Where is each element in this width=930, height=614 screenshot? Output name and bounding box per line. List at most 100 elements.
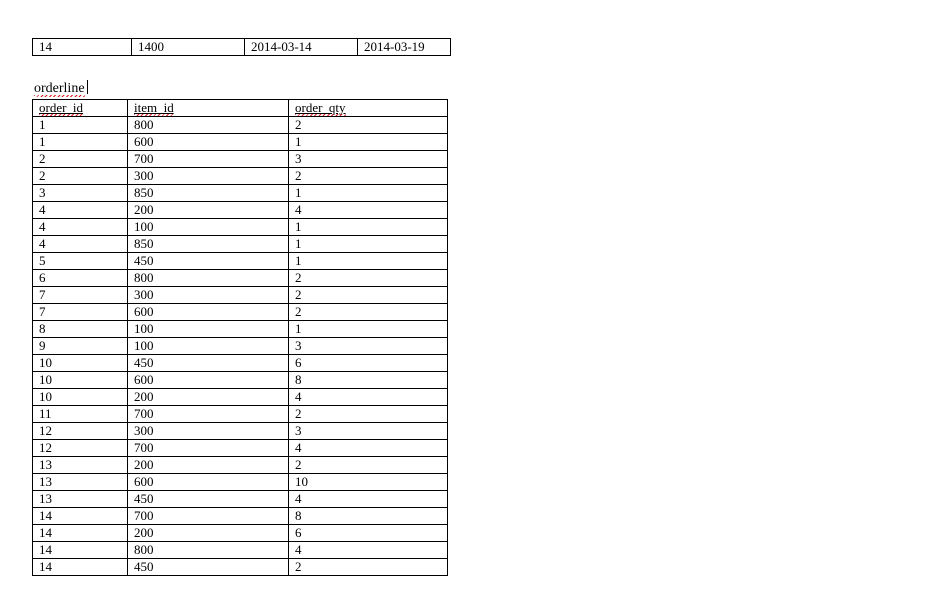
cell-order_qty: 2 [289, 406, 448, 423]
table-row: 1360010 [33, 474, 448, 491]
col-header-order-id: order_id [33, 100, 128, 117]
cell-order_id: 7 [33, 304, 128, 321]
cell-order_qty: 10 [289, 474, 448, 491]
cell-item_id: 700 [128, 151, 289, 168]
cell-item_id: 850 [128, 185, 289, 202]
cell-order_id: 14 [33, 525, 128, 542]
col-header-order-qty: order_qty [289, 100, 448, 117]
cell-item_id: 700 [128, 440, 289, 457]
cell-order_id: 4 [33, 219, 128, 236]
table-row: 91003 [33, 338, 448, 355]
cell-order_id: 1 [33, 134, 128, 151]
cell-order_qty: 1 [289, 134, 448, 151]
cell-order_id: 9 [33, 338, 128, 355]
cell-order_qty: 2 [289, 117, 448, 134]
table-row: 148004 [33, 542, 448, 559]
table-row: 48501 [33, 236, 448, 253]
cell-order_id: 3 [33, 185, 128, 202]
cell-order_id: 13 [33, 457, 128, 474]
table-row: 14 1400 2014-03-14 2014-03-19 [33, 39, 451, 56]
cell-order_id: 10 [33, 355, 128, 372]
cell-order_id: 11 [33, 406, 128, 423]
cell-order_qty: 6 [289, 525, 448, 542]
cell-order_qty: 2 [289, 270, 448, 287]
cell-item_id: 300 [128, 168, 289, 185]
table-row: 144502 [33, 559, 448, 576]
cell-item_id: 700 [128, 508, 289, 525]
table-row: 104506 [33, 355, 448, 372]
cell-order_id: 5 [33, 253, 128, 270]
cell-item_id: 300 [128, 287, 289, 304]
table-row: 68002 [33, 270, 448, 287]
table-row: 142006 [33, 525, 448, 542]
cell-order_id: 13 [33, 491, 128, 508]
table-row: 16001 [33, 134, 448, 151]
cell-col0: 14 [33, 39, 132, 56]
cell-order_qty: 2 [289, 457, 448, 474]
cell-item_id: 200 [128, 389, 289, 406]
cell-item_id: 600 [128, 304, 289, 321]
cell-order_id: 14 [33, 542, 128, 559]
cell-order_qty: 4 [289, 491, 448, 508]
cell-order_qty: 6 [289, 355, 448, 372]
cell-item_id: 450 [128, 559, 289, 576]
cell-item_id: 800 [128, 542, 289, 559]
cell-item_id: 450 [128, 491, 289, 508]
cell-order_id: 10 [33, 389, 128, 406]
table-row: 41001 [33, 219, 448, 236]
top-fragment-table: 14 1400 2014-03-14 2014-03-19 [32, 38, 451, 56]
orderline-table: order_id item_id order_qty 1800216001270… [32, 99, 448, 576]
cell-order_qty: 1 [289, 236, 448, 253]
cell-order_id: 8 [33, 321, 128, 338]
cell-order_qty: 2 [289, 287, 448, 304]
table-title: orderline [34, 80, 88, 97]
cell-item_id: 600 [128, 474, 289, 491]
cell-order_qty: 2 [289, 168, 448, 185]
cell-order_qty: 4 [289, 202, 448, 219]
cell-item_id: 850 [128, 236, 289, 253]
cell-item_id: 100 [128, 321, 289, 338]
cell-order_id: 2 [33, 151, 128, 168]
cell-order_qty: 1 [289, 253, 448, 270]
text-cursor-icon [87, 80, 88, 94]
cell-order_id: 10 [33, 372, 128, 389]
cell-order_qty: 8 [289, 508, 448, 525]
table-row: 117002 [33, 406, 448, 423]
cell-order_qty: 2 [289, 304, 448, 321]
cell-col2: 2014-03-14 [245, 39, 358, 56]
table-row: 106008 [33, 372, 448, 389]
cell-order_id: 13 [33, 474, 128, 491]
table-row: 134504 [33, 491, 448, 508]
cell-order_qty: 8 [289, 372, 448, 389]
cell-item_id: 450 [128, 355, 289, 372]
table-row: 54501 [33, 253, 448, 270]
cell-order_id: 2 [33, 168, 128, 185]
table-header-row: order_id item_id order_qty [33, 100, 448, 117]
table-row: 81001 [33, 321, 448, 338]
cell-item_id: 100 [128, 219, 289, 236]
cell-item_id: 600 [128, 134, 289, 151]
table-row: 123003 [33, 423, 448, 440]
cell-order_qty: 4 [289, 440, 448, 457]
table-row: 42004 [33, 202, 448, 219]
cell-order_id: 12 [33, 440, 128, 457]
table-row: 132002 [33, 457, 448, 474]
table-row: 102004 [33, 389, 448, 406]
cell-order_id: 1 [33, 117, 128, 134]
table-row: 23002 [33, 168, 448, 185]
cell-item_id: 200 [128, 202, 289, 219]
cell-order_id: 7 [33, 287, 128, 304]
cell-item_id: 450 [128, 253, 289, 270]
table-row: 73002 [33, 287, 448, 304]
cell-order_id: 6 [33, 270, 128, 287]
table-row: 147008 [33, 508, 448, 525]
cell-order_qty: 3 [289, 423, 448, 440]
cell-item_id: 800 [128, 270, 289, 287]
cell-order_id: 4 [33, 202, 128, 219]
cell-item_id: 800 [128, 117, 289, 134]
cell-item_id: 200 [128, 525, 289, 542]
table-title-text: orderline [34, 81, 85, 97]
cell-order_qty: 2 [289, 559, 448, 576]
cell-order_id: 4 [33, 236, 128, 253]
table-row: 76002 [33, 304, 448, 321]
